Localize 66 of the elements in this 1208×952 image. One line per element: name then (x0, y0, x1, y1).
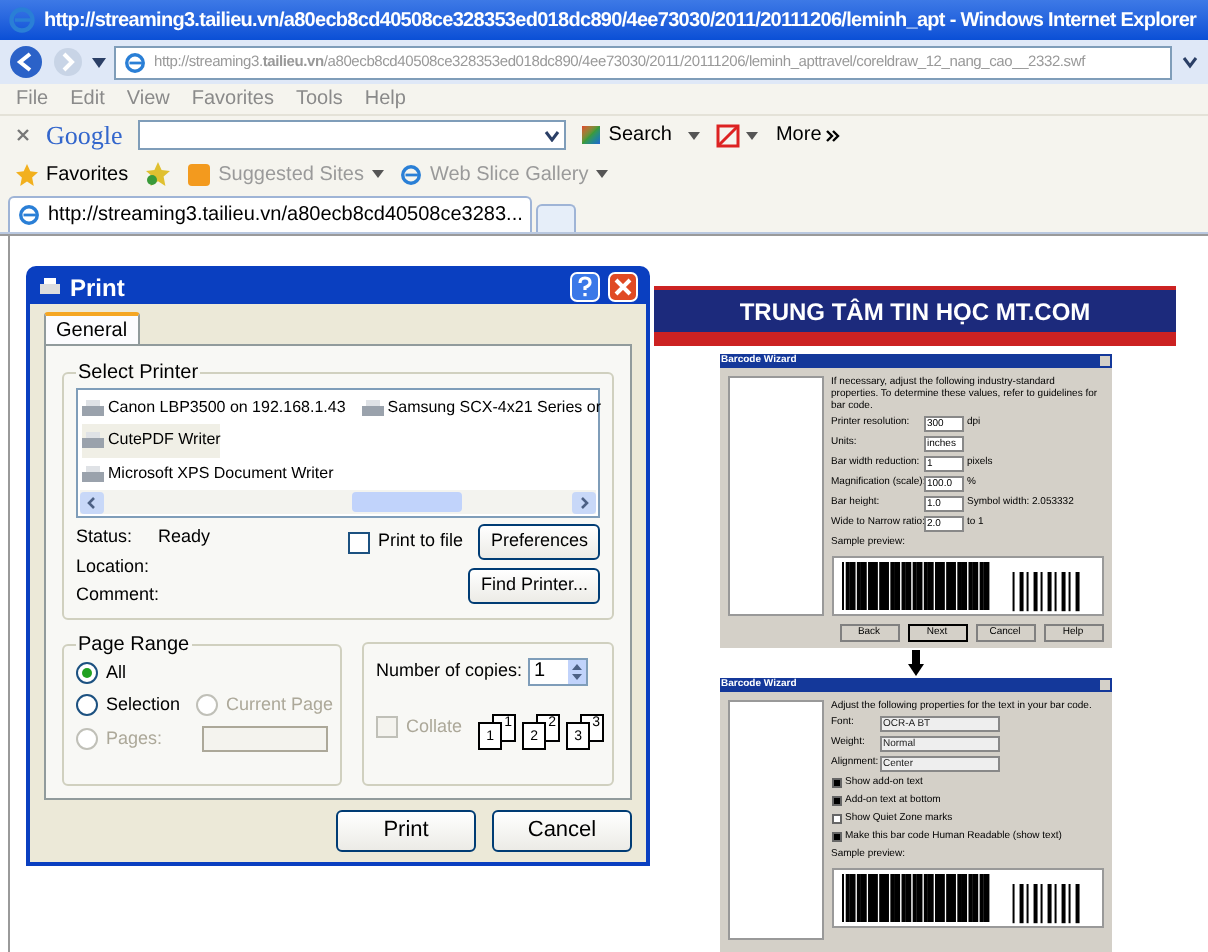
radio-label: Current Page (226, 692, 334, 718)
printer-icon (82, 430, 104, 451)
printer-item[interactable]: Microsoft XPS Document Writer (82, 457, 334, 490)
horizontal-scrollbar[interactable] (80, 490, 596, 514)
cancel-button[interactable]: Cancel (492, 809, 632, 851)
checkbox[interactable] (347, 531, 370, 553)
help-icon[interactable] (570, 272, 600, 302)
status-label: Status: (76, 524, 133, 550)
dialog-title: Print (70, 271, 127, 305)
more-button[interactable]: More (775, 120, 840, 150)
status-value: Ready (158, 524, 211, 550)
radio-label: Selection (106, 692, 181, 718)
browser-tab[interactable]: http://streaming3.tailieu.vn/a80ecb8cd40508ce3283... (8, 196, 533, 232)
copies-spinner[interactable]: 1 (528, 657, 589, 685)
window-title: http://streaming3.tailieu.vn/a80ecb8cd40508ce328353ed018dc890/4ee73030/2011/20111206/leminh_apt - Windows Internet Explorer (44, 7, 1197, 35)
checkbox[interactable] (831, 832, 841, 842)
browser-logo-icon (8, 6, 36, 34)
scroll-left-icon[interactable] (80, 491, 104, 513)
dialog-tab[interactable]: General (44, 312, 140, 344)
print-button[interactable]: Print (336, 809, 476, 851)
dropdown-caret-icon[interactable] (596, 170, 609, 178)
comment-label: Comment: (76, 582, 162, 608)
star-icon (16, 163, 38, 185)
radio-button[interactable] (76, 694, 98, 717)
down-arrow-icon (907, 650, 923, 676)
printer-item[interactable]: Canon LBP3500 on 192.168.1.43 (82, 392, 346, 425)
printer-icon (82, 398, 104, 419)
blocked-popup-icon[interactable] (715, 123, 760, 147)
browser-logo-icon (18, 204, 40, 226)
dropdown-caret-icon[interactable] (1180, 52, 1200, 72)
back-icon[interactable] (8, 44, 44, 80)
browser-logo-icon (399, 163, 422, 185)
search-field[interactable] (138, 120, 567, 150)
favorites-button[interactable]: Favorites (16, 159, 129, 189)
checkbox-label: Collate (406, 713, 463, 740)
printer-icon (38, 276, 62, 298)
group-label: Page Range (76, 631, 192, 659)
checkbox[interactable] (831, 814, 841, 824)
find-printer-button[interactable]: Find Printer... (468, 568, 600, 604)
printer-item[interactable]: CutePDF Writer (82, 424, 221, 458)
radio-label: Pages: (106, 725, 163, 752)
printer-icon (361, 398, 384, 419)
location-label: Location: (76, 553, 152, 579)
add-favorite-icon[interactable] (144, 162, 173, 186)
printer-item[interactable]: Samsung SCX-4x21 Series or (361, 392, 601, 425)
banner-title: TRUNG TÂM TIN HỌC MT.COM (739, 295, 1091, 329)
pages-field[interactable] (202, 725, 328, 752)
radio-label: All (106, 659, 127, 685)
dropdown-caret-icon[interactable] (687, 131, 700, 139)
chevrons-icon (825, 129, 840, 141)
printer-icon (82, 463, 104, 484)
search-button[interactable]: Search (582, 120, 672, 150)
checkbox-label: Print to file (377, 528, 463, 555)
preferences-button[interactable]: Preferences (478, 524, 600, 560)
checkbox[interactable] (831, 778, 841, 788)
dropdown-caret-icon[interactable] (371, 170, 384, 178)
spinner-arrows-icon[interactable] (568, 659, 587, 683)
checkbox[interactable] (831, 796, 841, 806)
radio-button[interactable] (76, 661, 98, 684)
dropdown-caret-icon[interactable] (544, 129, 561, 141)
group-label: Select Printer (76, 360, 201, 388)
scroll-right-icon[interactable] (572, 491, 596, 513)
google-logo: Google (46, 117, 123, 154)
dropdown-caret-icon[interactable] (92, 57, 106, 67)
browser-logo-icon (124, 51, 146, 73)
copies-label: Number of copies: (376, 657, 523, 684)
